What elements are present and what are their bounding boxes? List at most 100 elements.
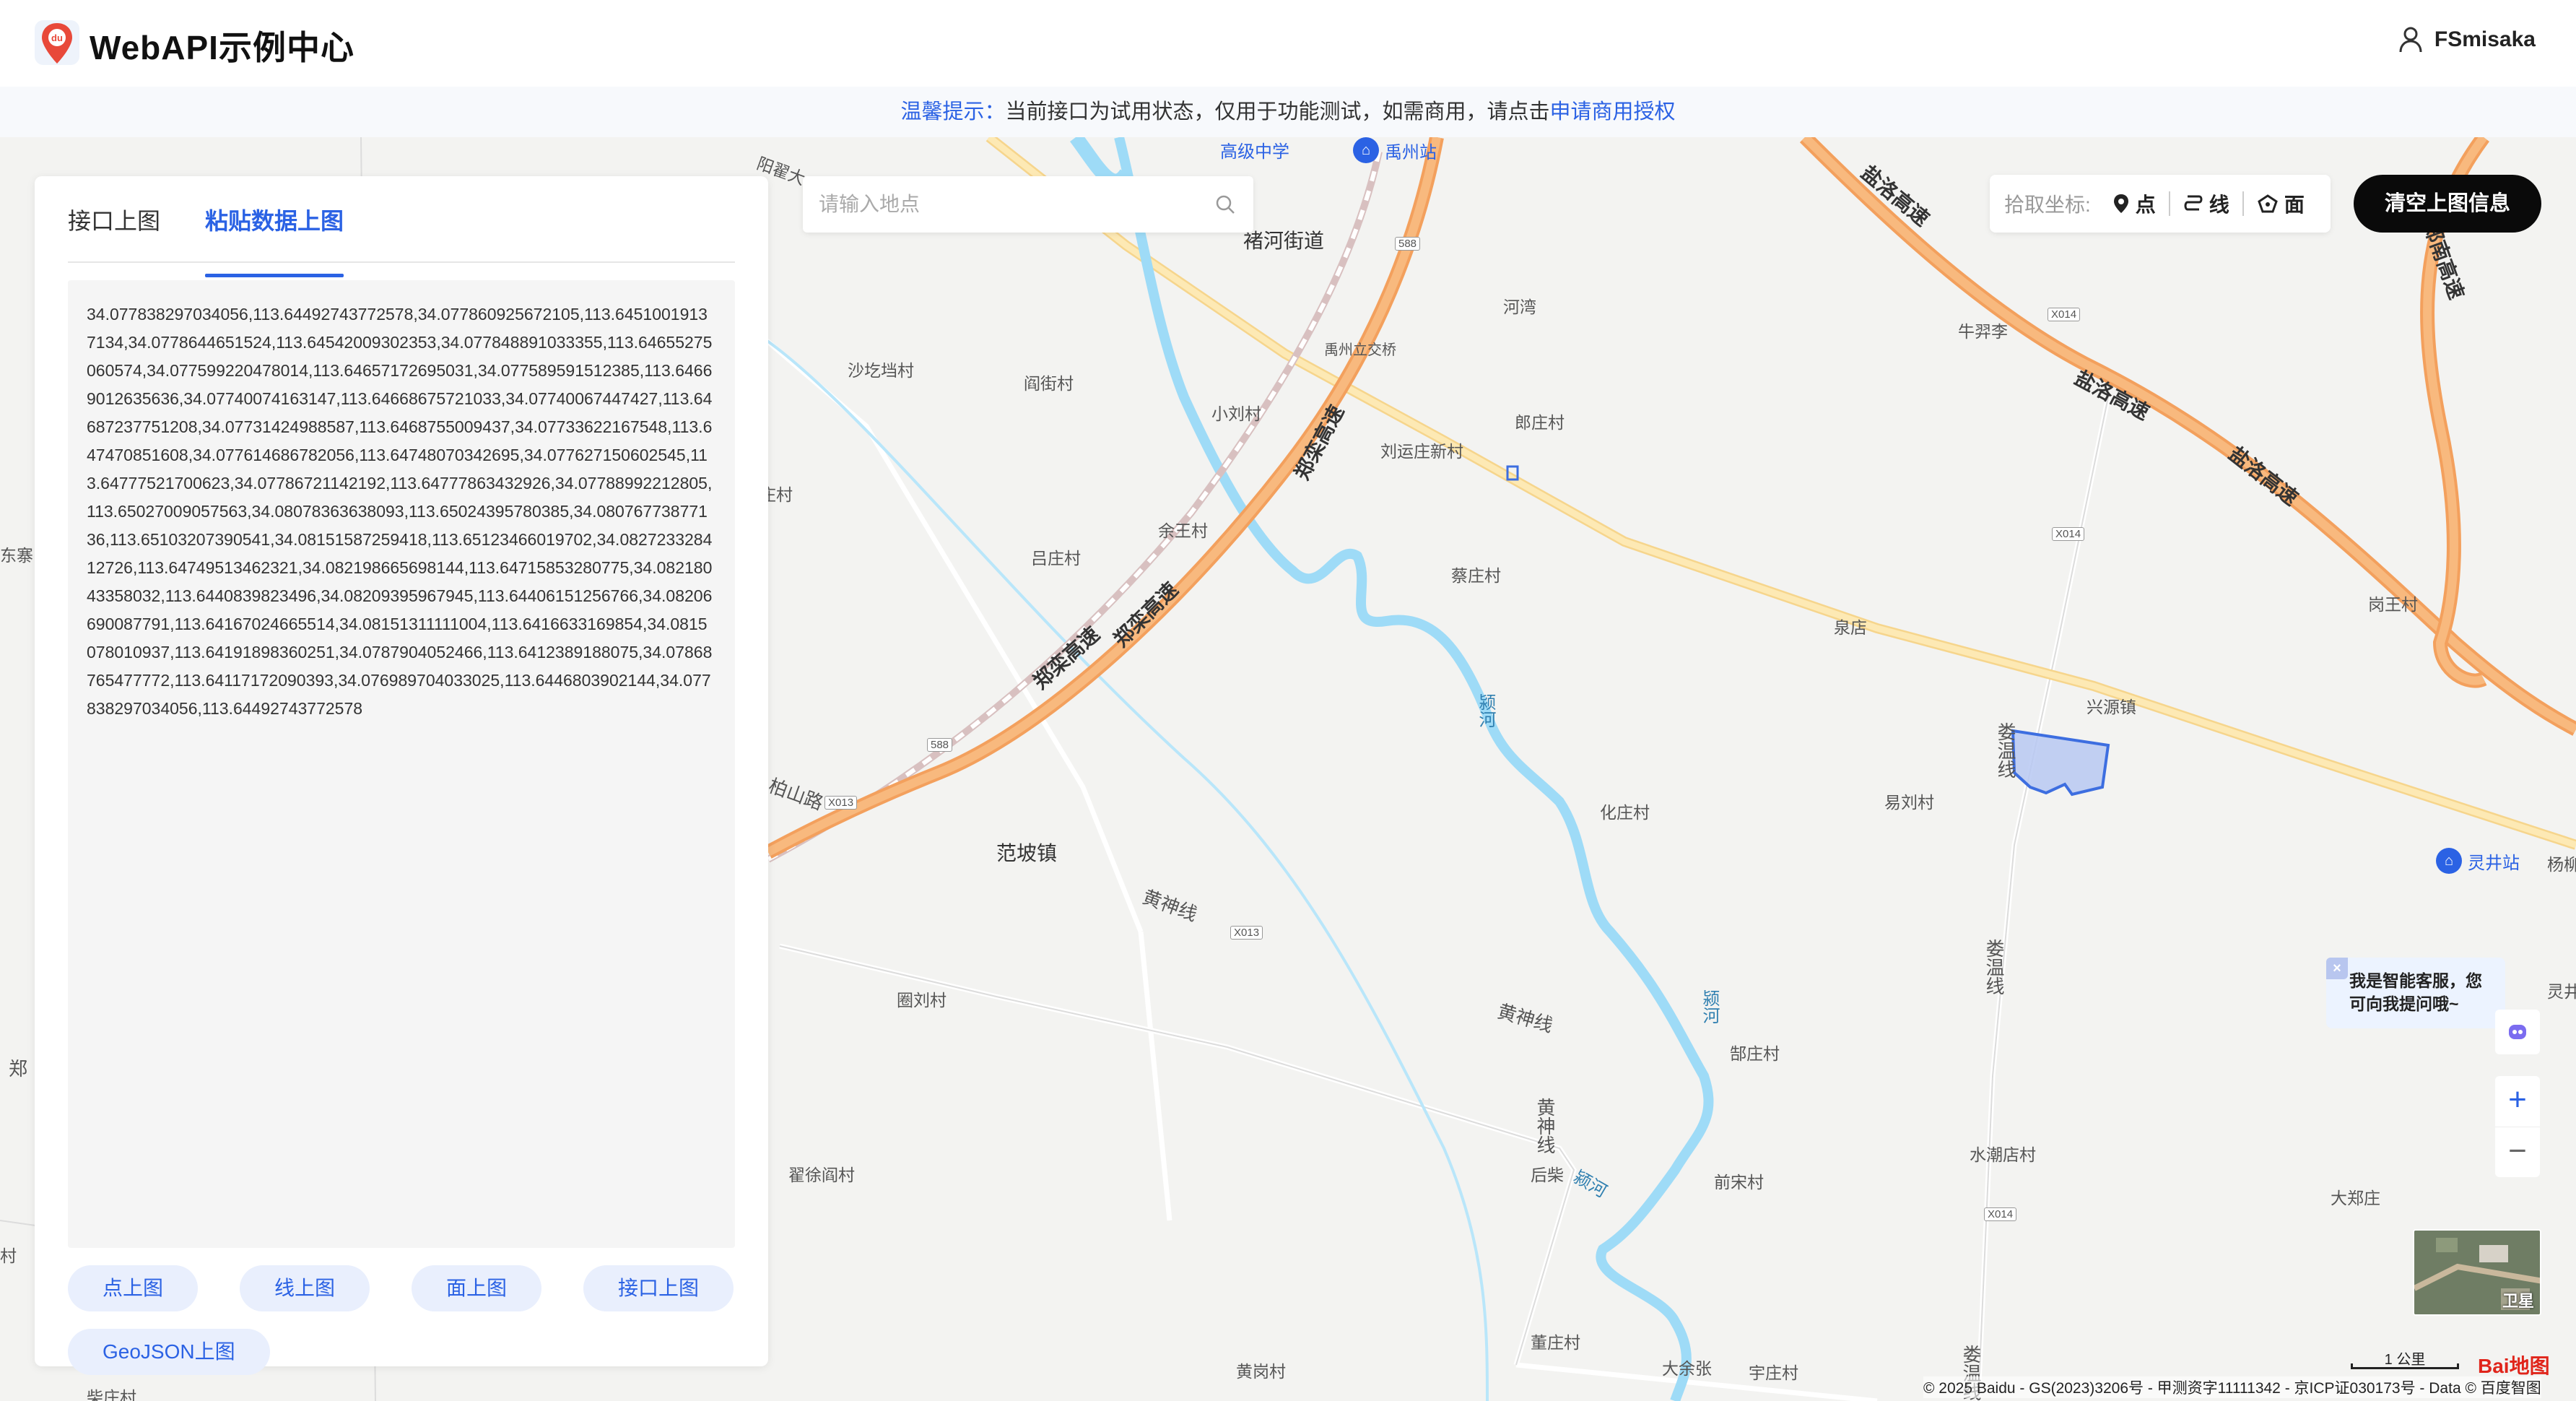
road-shield: X014: [2052, 527, 2085, 541]
api-upload-button[interactable]: 接口上图: [583, 1265, 734, 1311]
road-shield: 588: [927, 738, 953, 752]
road-shield: X013: [824, 796, 858, 810]
place-label: 易刘村: [1884, 793, 1934, 812]
user-icon: [2399, 27, 2422, 53]
place-label: 余王村: [1158, 521, 1208, 540]
place-label: 范坡镇: [996, 842, 1058, 864]
road-shield: 588: [1395, 237, 1421, 251]
pick-point-button[interactable]: 点: [2099, 189, 2169, 218]
river-label: 颍河: [1476, 693, 1495, 728]
zoom-out-button[interactable]: −: [2495, 1127, 2540, 1177]
train-station-icon: ⌂: [2436, 848, 2462, 874]
road-shield: X013: [1230, 926, 1263, 940]
tab-paste-data-upload[interactable]: 粘贴数据上图: [205, 194, 344, 277]
upload-button-group: 点上图 线上图 面上图 接口上图 GeoJSON上图: [68, 1265, 735, 1375]
place-label: 禹州立交桥: [1324, 342, 1396, 358]
place-label: 牛羿李: [1958, 322, 2008, 341]
search-icon[interactable]: [1214, 194, 1236, 215]
river-label: 颍河: [1700, 989, 1719, 1024]
svg-text:du: du: [51, 32, 63, 43]
search-input[interactable]: [819, 176, 1209, 233]
place-label: 阎街村: [1024, 374, 1074, 393]
place-label: 村: [0, 1246, 17, 1265]
place-label: 圈刘村: [897, 991, 947, 1010]
tab-api-upload[interactable]: 接口上图: [68, 194, 160, 261]
apply-commercial-link[interactable]: 申请商用授权: [1550, 100, 1676, 123]
upload-panel: 接口上图 粘贴数据上图 34.077838297034056,113.64492…: [35, 176, 768, 1375]
place-label: 董庄村: [1531, 1333, 1580, 1352]
coordinate-picker-toolbar: 拾取坐标: 点 线 面: [1990, 175, 2331, 233]
polyline-icon: [2184, 195, 2203, 211]
scale-line: [2351, 1363, 2459, 1369]
place-label: 水潮店村: [1970, 1145, 2036, 1164]
train-station-icon: ⌂: [1353, 137, 1379, 163]
satellite-label: 卫星: [2502, 1292, 2534, 1310]
road-label: 娄温线: [1995, 722, 2016, 778]
road-label: 黄神线: [1534, 1098, 1556, 1154]
baidu-logo: Bai地图: [2478, 1355, 2550, 1377]
robot-icon: [2509, 1025, 2526, 1039]
notice-bar: 温馨提示：当前接口为试用状态，仅用于功能测试，如需商用，请点击申请商用授权: [0, 87, 2576, 137]
place-label: 郎庄村: [1515, 413, 1565, 432]
place-label: 东寨: [0, 546, 33, 565]
place-label: 泉店: [1834, 618, 1867, 637]
place-label: 化庄村: [1600, 803, 1650, 822]
pick-polygon-button[interactable]: 面: [2244, 189, 2318, 218]
place-label: 岗王村: [2368, 595, 2418, 614]
clear-overlays-button[interactable]: 清空上图信息: [2354, 175, 2541, 233]
zoom-control: + −: [2495, 1076, 2540, 1177]
assistant-button[interactable]: [2495, 1010, 2540, 1054]
station-marker[interactable]: ⌂ 灵井站: [2436, 848, 2520, 874]
place-label: 柴庄村: [87, 1388, 136, 1401]
place-label: 蔡庄村: [1451, 566, 1501, 585]
place-label: 褚河街道: [1243, 230, 1325, 252]
place-label: 沙圪垱村: [848, 361, 914, 380]
notice-text: 当前接口为试用状态，仅用于功能测试，如需商用，请点击: [1005, 100, 1550, 123]
place-label: 灵井: [2547, 982, 2576, 1001]
place-label: 河湾: [1503, 298, 1536, 316]
line-upload-button[interactable]: 线上图: [240, 1265, 370, 1311]
pick-line-button[interactable]: 线: [2170, 189, 2242, 218]
road-shield: X014: [2048, 308, 2081, 321]
polygon-icon: [2258, 194, 2278, 213]
copyright-text: © 2025 Baidu - GS(2023)3206号 - 甲测资字11111…: [1923, 1376, 2541, 1398]
place-label: 兴源镇: [2087, 698, 2136, 716]
road-label: 郑: [9, 1058, 28, 1080]
place-label: 翟徐阎村: [788, 1166, 855, 1184]
app-header: du WebAPI示例中心 FSmisaka: [0, 0, 2576, 87]
close-icon[interactable]: ×: [2326, 958, 2348, 979]
place-label: 大郑庄: [2331, 1189, 2380, 1207]
poi-marker[interactable]: 高级中学: [1220, 137, 1289, 162]
username: FSmisaka: [2434, 27, 2536, 51]
picker-label: 拾取坐标:: [2004, 194, 2091, 216]
road-label: 娄温线: [1983, 939, 2005, 995]
place-label: 后柴: [1531, 1166, 1564, 1184]
station-marker[interactable]: ⌂ 禹州站: [1353, 137, 1437, 163]
coordinate-data-textarea[interactable]: 34.077838297034056,113.64492743772578,34…: [68, 280, 735, 1248]
zoom-in-button[interactable]: +: [2495, 1076, 2540, 1127]
place-label: 小刘村: [1211, 404, 1261, 423]
road-shield: X014: [1984, 1207, 2017, 1221]
assistant-text: 我是智能客服，您可向我提问哦~: [2349, 971, 2482, 1013]
place-label: 郜庄村: [1730, 1044, 1780, 1063]
panel-tabs: 接口上图 粘贴数据上图: [68, 194, 735, 277]
place-label: 吕庄村: [1031, 549, 1081, 568]
place-label: 杨柳: [2547, 855, 2576, 874]
geojson-upload-button[interactable]: GeoJSON上图: [68, 1329, 270, 1375]
app-title: WebAPI示例中心: [90, 29, 354, 66]
satellite-toggle[interactable]: 卫星: [2413, 1229, 2541, 1316]
scale-bar: 1 公里: [2351, 1348, 2459, 1369]
map-pin-icon: [2113, 194, 2128, 213]
place-label: 大余张: [1662, 1359, 1712, 1378]
place-label: 刘运庄新村: [1380, 442, 1463, 461]
place-label: 宇庄村: [1749, 1363, 1798, 1382]
place-label: 黄岗村: [1236, 1362, 1286, 1381]
ai-assistant-bubble[interactable]: × 我是智能客服，您可向我提问哦~: [2326, 958, 2505, 1028]
baidu-map-logo-icon: du: [35, 20, 79, 65]
notice-prefix: 温馨提示：: [900, 100, 1006, 123]
polygon-upload-button[interactable]: 面上图: [412, 1265, 542, 1311]
place-label: 前宋村: [1714, 1173, 1764, 1192]
point-upload-button[interactable]: 点上图: [68, 1265, 199, 1311]
user-menu[interactable]: FSmisaka: [2398, 26, 2536, 53]
place-search-box: [803, 176, 1253, 233]
